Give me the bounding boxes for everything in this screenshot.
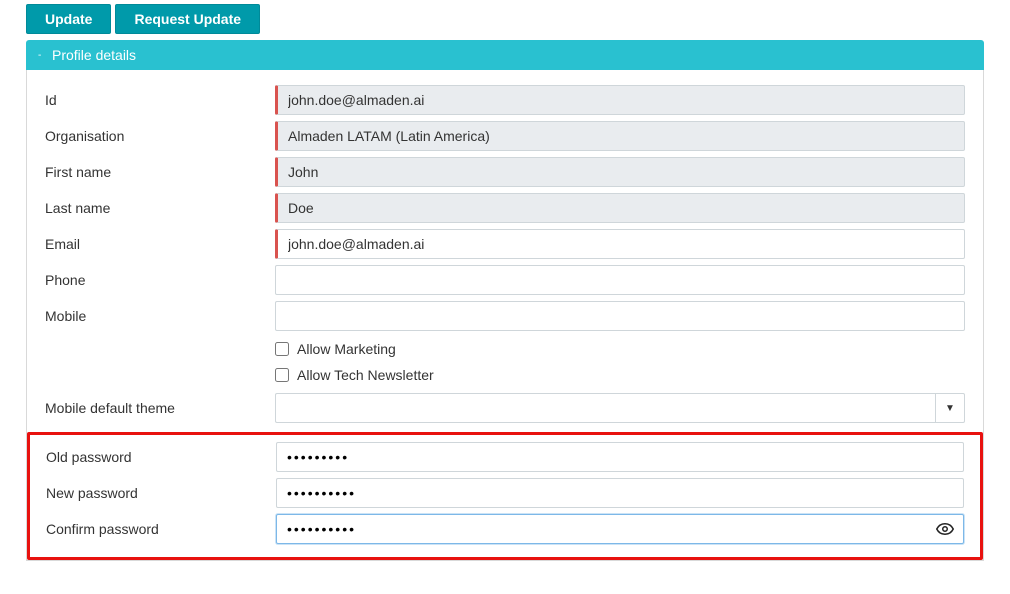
label-new-password: New password	[46, 485, 276, 501]
panel-header[interactable]: - Profile details	[26, 40, 984, 70]
toolbar: Update Request Update	[26, 4, 984, 34]
organisation-field	[275, 121, 965, 151]
email-field[interactable]	[275, 229, 965, 259]
row-mobile: Mobile	[45, 298, 965, 334]
row-email: Email	[45, 226, 965, 262]
label-allow-tech-newsletter: Allow Tech Newsletter	[297, 367, 434, 383]
chevron-down-icon[interactable]: ▼	[935, 393, 965, 423]
phone-field[interactable]	[275, 265, 965, 295]
label-last-name: Last name	[45, 200, 275, 216]
allow-marketing-checkbox[interactable]	[275, 342, 289, 356]
mobile-field[interactable]	[275, 301, 965, 331]
first-name-field	[275, 157, 965, 187]
label-mobile-default-theme: Mobile default theme	[45, 400, 275, 416]
row-new-password: New password	[46, 475, 964, 511]
collapse-icon: -	[38, 50, 46, 61]
row-id: Id	[45, 82, 965, 118]
password-section: Old password New password Confirm passwo…	[27, 432, 983, 560]
label-confirm-password: Confirm password	[46, 521, 276, 537]
request-update-button[interactable]: Request Update	[115, 4, 260, 34]
mobile-default-theme-select[interactable]	[275, 393, 935, 423]
row-last-name: Last name	[45, 190, 965, 226]
label-phone: Phone	[45, 272, 275, 288]
panel-title: Profile details	[52, 47, 136, 63]
row-old-password: Old password	[46, 439, 964, 475]
row-confirm-password: Confirm password	[46, 511, 964, 547]
row-first-name: First name	[45, 154, 965, 190]
row-organisation: Organisation	[45, 118, 965, 154]
row-phone: Phone	[45, 262, 965, 298]
profile-form: Id Organisation First name Last name Ema…	[26, 70, 984, 561]
label-allow-marketing: Allow Marketing	[297, 341, 396, 357]
label-mobile: Mobile	[45, 308, 275, 324]
label-first-name: First name	[45, 164, 275, 180]
confirm-password-field[interactable]	[276, 514, 964, 544]
label-email: Email	[45, 236, 275, 252]
old-password-field[interactable]	[276, 442, 964, 472]
update-button[interactable]: Update	[26, 4, 111, 34]
row-allow-marketing: Allow Marketing Allow Tech Newsletter	[45, 334, 965, 390]
last-name-field	[275, 193, 965, 223]
row-mobile-default-theme: Mobile default theme ▼	[45, 390, 965, 426]
allow-tech-newsletter-checkbox[interactable]	[275, 368, 289, 382]
label-id: Id	[45, 92, 275, 108]
id-field	[275, 85, 965, 115]
eye-icon[interactable]	[936, 522, 954, 536]
label-old-password: Old password	[46, 449, 276, 465]
new-password-field[interactable]	[276, 478, 964, 508]
label-organisation: Organisation	[45, 128, 275, 144]
